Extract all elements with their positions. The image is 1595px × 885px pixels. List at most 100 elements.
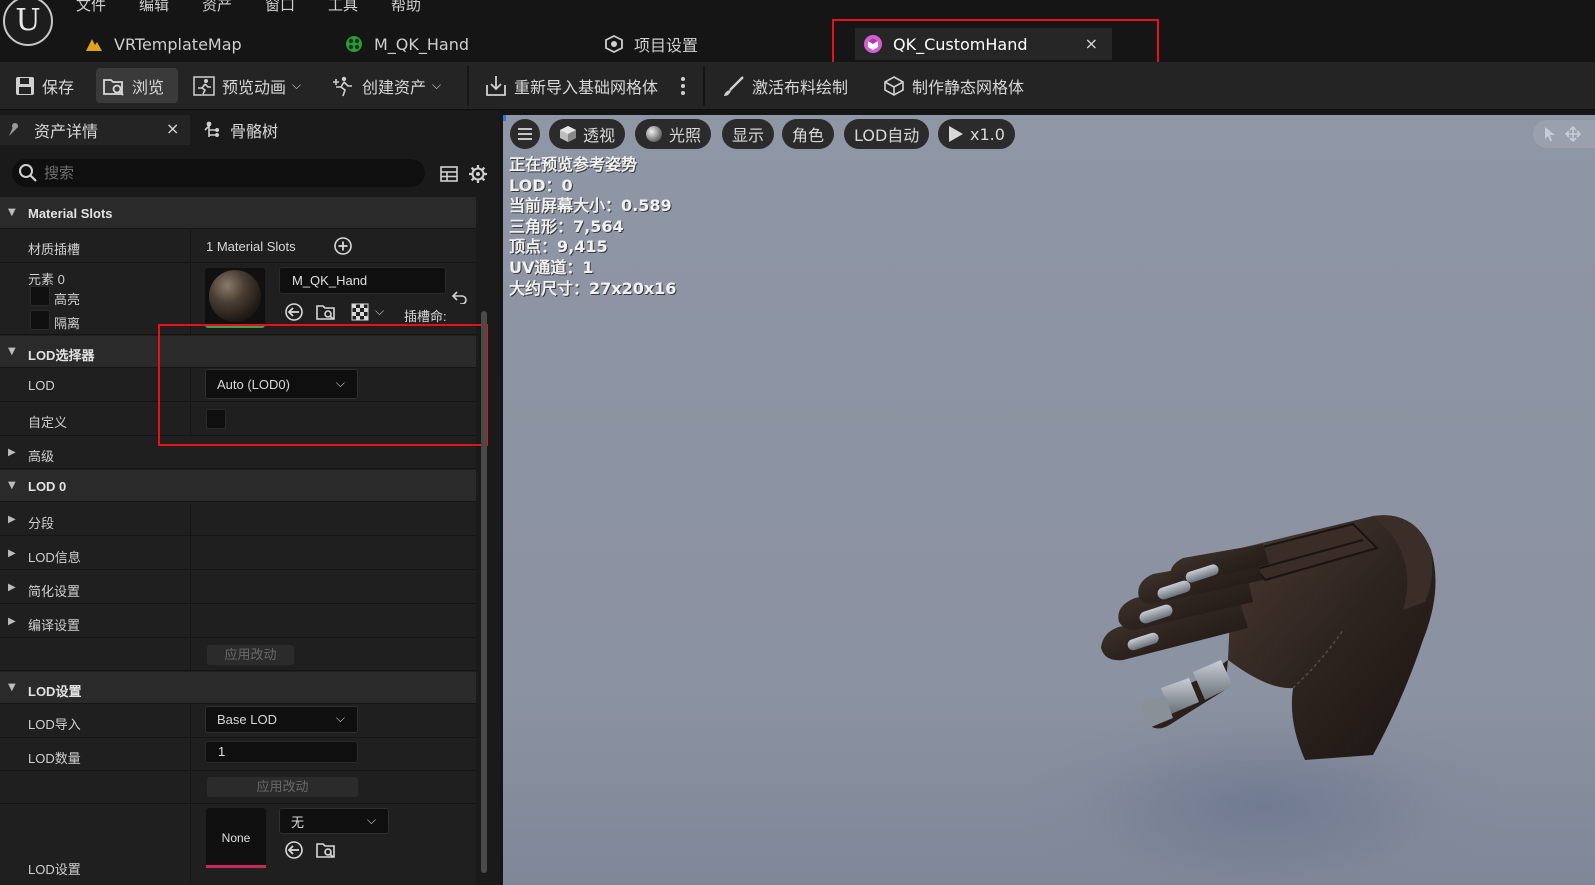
row-lod-info[interactable]: ▶ LOD信息	[0, 537, 476, 570]
section-title: Material Slots	[28, 206, 113, 221]
lod-import-dropdown[interactable]: Base LOD ⌵	[205, 706, 358, 733]
select-arrow-icon[interactable]	[1543, 126, 1557, 142]
move-translate-icon[interactable]	[1565, 126, 1581, 142]
property-label: 自定义	[28, 415, 68, 430]
row-sections[interactable]: ▶ 分段	[0, 503, 476, 536]
search-icon	[19, 164, 37, 182]
material-name: M_QK_Hand	[292, 273, 368, 288]
hamburger-menu-icon	[518, 128, 532, 140]
section-material-slots[interactable]: ▼ Material Slots	[0, 197, 476, 229]
perspective-button[interactable]: 透视	[549, 119, 626, 149]
row-advanced[interactable]: ▶ 高级	[0, 437, 476, 469]
table-view-icon[interactable]	[438, 163, 460, 185]
checkerboard-icon[interactable]	[350, 302, 370, 322]
reimport-base-mesh-button[interactable]: 重新导入基础网格体	[478, 68, 664, 103]
static-mesh-icon	[884, 75, 904, 96]
menu-window[interactable]: 窗口	[265, 0, 328, 16]
reset-to-default-icon[interactable]	[452, 290, 468, 304]
menu-asset[interactable]: 资产	[202, 0, 265, 16]
make-static-mesh-button[interactable]: 制作静态网格体	[876, 68, 1030, 103]
close-icon[interactable]: ×	[1085, 34, 1098, 53]
make-static-mesh-label: 制作静态网格体	[912, 77, 1025, 97]
tab-asset-details[interactable]: 资产详情 ×	[0, 115, 190, 145]
section-title: LOD选择器	[28, 348, 95, 363]
more-options-button[interactable]	[674, 68, 694, 103]
row-build-settings[interactable]: ▶ 编译设置	[0, 605, 476, 638]
menu-tools[interactable]: 工具	[328, 0, 391, 16]
stat-vertices: 顶点：9,415	[509, 237, 608, 257]
column-divider	[190, 805, 191, 885]
close-icon[interactable]: ×	[166, 119, 179, 138]
chevron-down-icon: ⌵	[366, 813, 376, 827]
row-lod: LOD Auto (LOD0) ⌵	[0, 369, 476, 402]
paint-brush-icon	[724, 75, 744, 96]
row-lod-count: LOD数量 1	[0, 739, 476, 771]
row-reduction-settings[interactable]: ▶ 简化设置	[0, 571, 476, 604]
reimport-label: 重新导入基础网格体	[514, 77, 659, 97]
lod-auto-button[interactable]: LOD自动	[844, 119, 930, 149]
character-button[interactable]: 角色	[782, 119, 835, 149]
tab-vrtemplatemap[interactable]: VRTemplateMap	[76, 28, 326, 60]
tab-label: VRTemplateMap	[114, 34, 242, 54]
apply-changes-button-2[interactable]: 应用改动	[207, 777, 358, 797]
tab-label: QK_CustomHand	[893, 34, 1028, 54]
chevron-down-icon: ⌵	[335, 711, 345, 725]
isolate-checkbox[interactable]	[30, 310, 50, 330]
tab-skeleton-tree[interactable]: 骨骼树	[202, 115, 312, 145]
perspective-label: 透视	[583, 126, 616, 145]
play-icon	[949, 126, 963, 142]
menu-help[interactable]: 帮助	[391, 0, 454, 16]
browse-folder-icon[interactable]	[316, 840, 336, 860]
lod-settings-thumbnail[interactable]: None	[206, 808, 266, 868]
expand-triangle-icon: ▶	[8, 447, 16, 458]
lod-settings-value: 无	[291, 814, 305, 830]
chevron-down-icon[interactable]: ⌵	[375, 304, 384, 319]
apply-changes-button[interactable]: 应用改动	[207, 645, 294, 665]
menu-file[interactable]: 文件	[76, 0, 139, 16]
show-button[interactable]: 显示	[722, 119, 775, 149]
highlight-checkbox[interactable]	[30, 286, 50, 306]
details-scrollbar[interactable]	[481, 311, 487, 873]
preview-viewport[interactable]: 透视 光照 显示 角色 LOD自动 x1.0 正在预览参考姿势 LOD：0 当前…	[503, 115, 1595, 885]
column-divider	[190, 264, 191, 334]
browse-folder-icon[interactable]	[316, 302, 336, 322]
tab-m-qk-hand[interactable]: M_QK_Hand	[336, 28, 586, 60]
property-label: 高级	[28, 449, 55, 464]
details-pin-icon	[9, 123, 18, 136]
create-asset-button[interactable]: 创建资产 ⌵	[326, 68, 447, 103]
expand-triangle-icon: ▶	[8, 514, 16, 525]
use-selected-arrow-icon[interactable]	[284, 840, 304, 860]
tab-qk-customhand[interactable]: QK_CustomHand ×	[855, 28, 1112, 60]
unreal-logo-icon[interactable]: U	[3, 0, 53, 46]
lod-dropdown[interactable]: Auto (LOD0) ⌵	[205, 369, 358, 399]
lod-count-input[interactable]: 1	[205, 741, 358, 763]
collapse-triangle-icon: ▼	[8, 207, 16, 218]
menu-edit[interactable]: 编辑	[139, 0, 202, 16]
search-input[interactable]	[44, 164, 404, 182]
browse-button[interactable]: 浏览	[96, 68, 178, 103]
tab-project-settings[interactable]: 项目设置	[596, 28, 826, 60]
material-icon	[344, 34, 364, 54]
section-lod-picker[interactable]: ▼ LOD选择器	[0, 336, 476, 368]
column-divider	[190, 705, 191, 737]
save-button[interactable]: 保存	[8, 68, 80, 103]
viewport-menu-button[interactable]	[510, 119, 540, 149]
custom-checkbox[interactable]	[206, 409, 226, 429]
lod-settings-dropdown[interactable]: 无 ⌵	[279, 808, 389, 834]
chevron-down-icon: ⌵	[292, 78, 302, 92]
gear-icon[interactable]	[467, 163, 489, 185]
material-thumbnail[interactable]	[205, 268, 265, 328]
playback-speed-button[interactable]: x1.0	[938, 119, 1015, 149]
stat-preview-pose: 正在预览参考姿势	[509, 155, 638, 174]
section-lod0[interactable]: ▼ LOD 0	[0, 470, 476, 502]
section-lod-settings[interactable]: ▼ LOD设置	[0, 672, 476, 704]
level-icon	[84, 34, 104, 54]
material-asset-picker[interactable]: M_QK_Hand	[279, 267, 446, 294]
use-selected-arrow-icon[interactable]	[284, 302, 304, 322]
column-divider	[190, 739, 191, 770]
lit-button[interactable]: 光照	[635, 119, 712, 149]
activate-cloth-paint-button[interactable]: 激活布料绘制	[716, 68, 854, 103]
add-plus-icon[interactable]	[333, 236, 353, 256]
save-label: 保存	[42, 77, 75, 97]
preview-animation-button[interactable]: 预览动画 ⌵	[186, 68, 307, 103]
